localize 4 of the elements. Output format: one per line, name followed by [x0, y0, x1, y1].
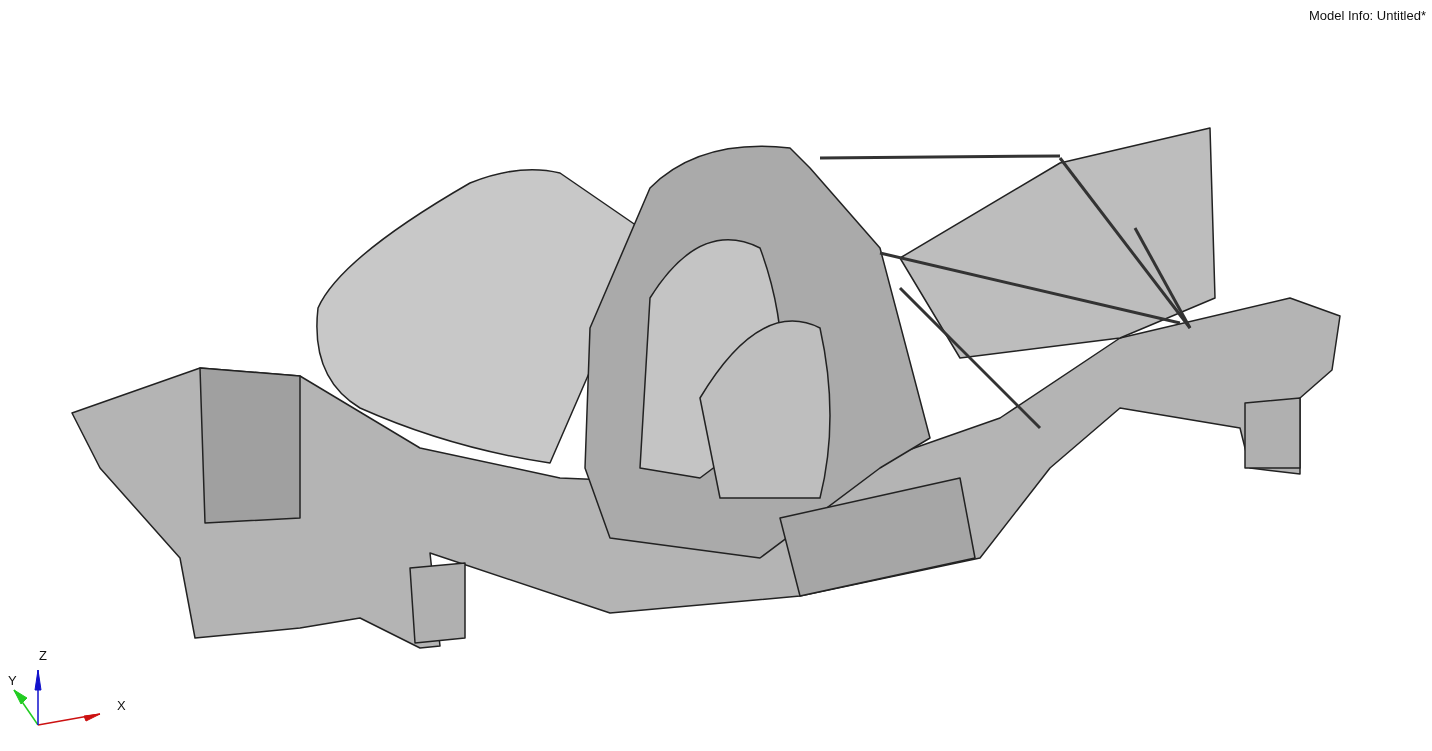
model-info-label: Model Info: Untitled* — [1308, 8, 1426, 23]
axis-label: Y — [8, 673, 17, 688]
axis-label: Z — [39, 648, 47, 663]
axis-label: X — [117, 698, 126, 713]
